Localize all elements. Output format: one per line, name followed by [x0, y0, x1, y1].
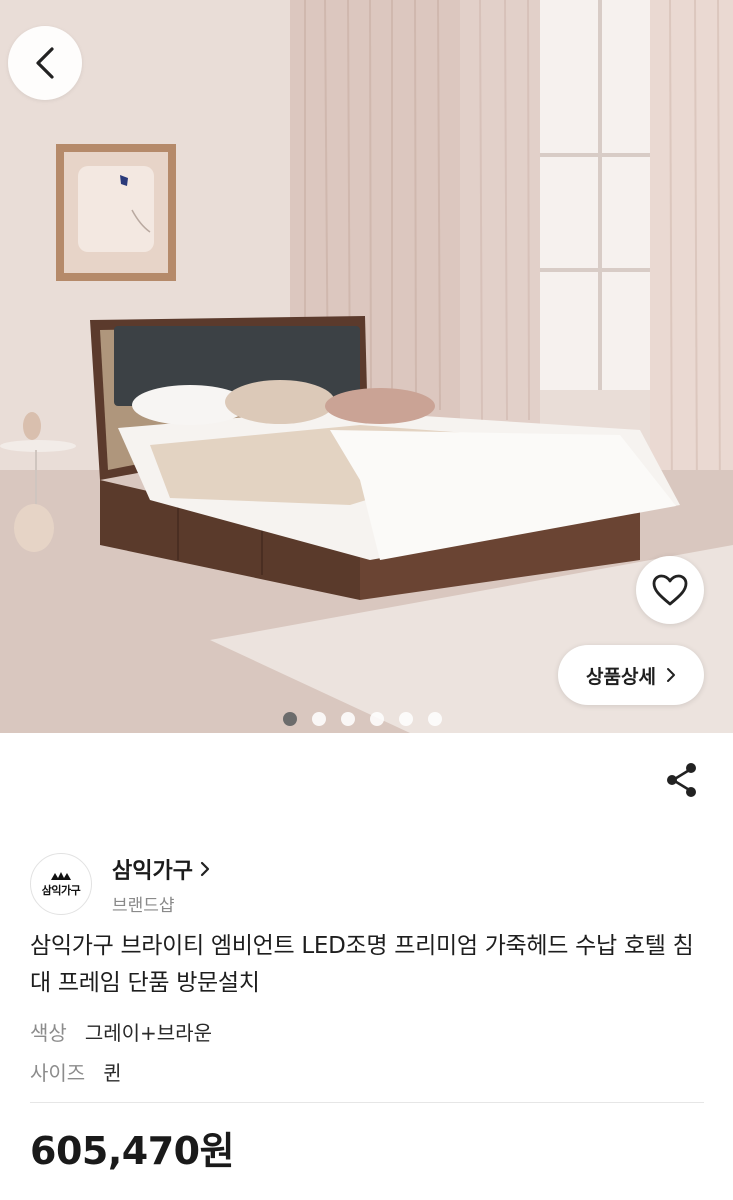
- chevron-right-icon: [200, 861, 210, 876]
- brand-shop-row[interactable]: 삼익가구 삼익가구 브랜드샵: [30, 853, 211, 916]
- wishlist-button[interactable]: [636, 556, 704, 624]
- carousel-dot[interactable]: [283, 712, 297, 726]
- product-detail-label: 상품상세: [586, 665, 656, 688]
- carousel-dot[interactable]: [312, 712, 326, 726]
- carousel-indicator: [0, 712, 733, 726]
- product-detail-button[interactable]: 상품상세: [558, 645, 704, 705]
- carousel-dot[interactable]: [399, 712, 413, 726]
- option-label: 색상: [30, 1021, 67, 1045]
- option-size: 사이즈 퀸: [30, 1057, 122, 1086]
- carousel-dot[interactable]: [370, 712, 384, 726]
- product-title: 삼익가구 브라이티 엠비언트 LED조명 프리미엄 가죽헤드 수납 호텔 침대 …: [30, 933, 694, 996]
- share-icon: [667, 763, 696, 797]
- share-button[interactable]: [660, 758, 704, 802]
- option-label: 사이즈: [30, 1061, 86, 1085]
- back-button[interactable]: [8, 26, 82, 100]
- chevron-left-icon: [36, 47, 54, 79]
- option-value: 그레이+브라운: [84, 1021, 212, 1045]
- brand-info: 삼익가구 브랜드샵: [112, 853, 211, 916]
- product-image-carousel[interactable]: 상품상세: [0, 0, 733, 733]
- brand-emblem-icon: [51, 871, 71, 880]
- brand-logo[interactable]: 삼익가구: [30, 853, 92, 915]
- option-value: 퀸: [103, 1061, 122, 1085]
- product-price: 605,470원: [30, 1129, 235, 1173]
- brand-subtitle: 브랜드샵: [112, 895, 175, 916]
- brand-name-link[interactable]: 삼익가구: [112, 853, 211, 885]
- carousel-dot[interactable]: [341, 712, 355, 726]
- brand-logo-text: 삼익가구: [41, 883, 81, 897]
- divider: [30, 1102, 704, 1103]
- heart-icon: [652, 574, 688, 606]
- chevron-right-icon: [666, 668, 675, 682]
- brand-name: 삼익가구: [112, 858, 193, 884]
- option-color: 색상 그레이+브라운: [30, 1017, 212, 1046]
- product-image: [0, 0, 733, 733]
- carousel-dot[interactable]: [428, 712, 442, 726]
